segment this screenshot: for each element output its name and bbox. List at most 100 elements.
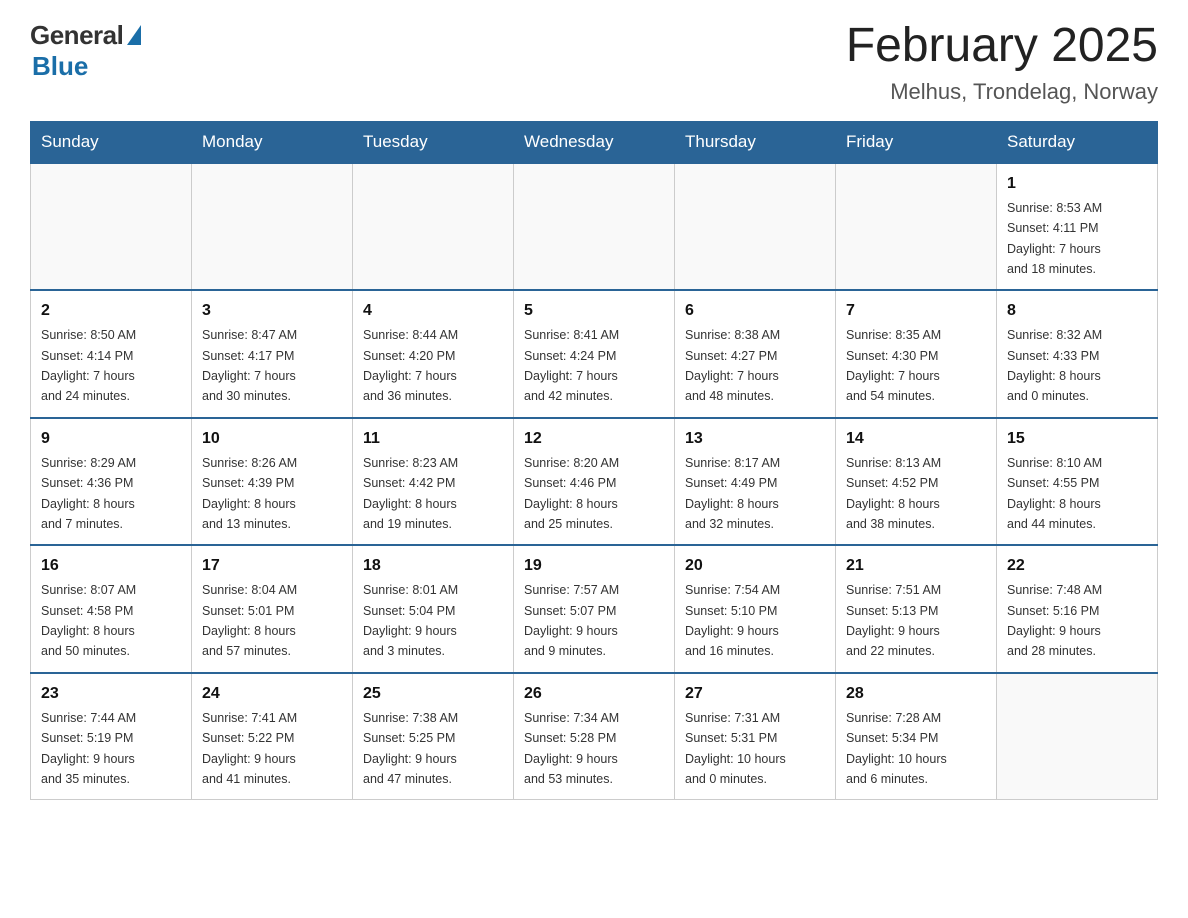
- day-number: 21: [846, 554, 986, 578]
- table-row: 12 Sunrise: 8:20 AM Sunset: 4:46 PM Dayli…: [514, 418, 675, 546]
- logo-general-text: General: [30, 20, 123, 51]
- calendar-table: Sunday Monday Tuesday Wednesday Thursday…: [30, 121, 1158, 801]
- day-info: Sunrise: 8:29 AM Sunset: 4:36 PM Dayligh…: [41, 456, 136, 531]
- table-row: 13 Sunrise: 8:17 AM Sunset: 4:49 PM Dayli…: [675, 418, 836, 546]
- day-number: 17: [202, 554, 342, 578]
- day-number: 1: [1007, 172, 1147, 196]
- header-monday: Monday: [192, 121, 353, 163]
- logo-blue-text: Blue: [32, 51, 88, 82]
- day-number: 11: [363, 427, 503, 451]
- day-number: 24: [202, 682, 342, 706]
- table-row: 14 Sunrise: 8:13 AM Sunset: 4:52 PM Dayli…: [836, 418, 997, 546]
- header-wednesday: Wednesday: [514, 121, 675, 163]
- day-info: Sunrise: 8:04 AM Sunset: 5:01 PM Dayligh…: [202, 583, 297, 658]
- day-number: 19: [524, 554, 664, 578]
- table-row: 3 Sunrise: 8:47 AM Sunset: 4:17 PM Daylig…: [192, 290, 353, 418]
- day-number: 22: [1007, 554, 1147, 578]
- day-info: Sunrise: 8:35 AM Sunset: 4:30 PM Dayligh…: [846, 328, 941, 403]
- day-info: Sunrise: 8:17 AM Sunset: 4:49 PM Dayligh…: [685, 456, 780, 531]
- day-number: 12: [524, 427, 664, 451]
- table-row: [836, 163, 997, 291]
- header-sunday: Sunday: [31, 121, 192, 163]
- table-row: [997, 673, 1158, 800]
- month-title: February 2025: [846, 20, 1158, 73]
- header-friday: Friday: [836, 121, 997, 163]
- day-info: Sunrise: 8:38 AM Sunset: 4:27 PM Dayligh…: [685, 328, 780, 403]
- day-number: 8: [1007, 299, 1147, 323]
- day-info: Sunrise: 8:32 AM Sunset: 4:33 PM Dayligh…: [1007, 328, 1102, 403]
- table-row: 25 Sunrise: 7:38 AM Sunset: 5:25 PM Dayli…: [353, 673, 514, 800]
- day-info: Sunrise: 8:44 AM Sunset: 4:20 PM Dayligh…: [363, 328, 458, 403]
- day-number: 27: [685, 682, 825, 706]
- table-row: 21 Sunrise: 7:51 AM Sunset: 5:13 PM Dayli…: [836, 545, 997, 673]
- day-number: 6: [685, 299, 825, 323]
- calendar-week-row: 16Sunrise: 8:07 AM Sunset: 4:58 PM Dayli…: [31, 545, 1158, 673]
- calendar-week-row: 23 Sunrise: 7:44 AM Sunset: 5:19 PM Dayli…: [31, 673, 1158, 800]
- day-info: Sunrise: 7:28 AM Sunset: 5:34 PM Dayligh…: [846, 711, 947, 786]
- location-title: Melhus, Trondelag, Norway: [846, 79, 1158, 105]
- day-number: 13: [685, 427, 825, 451]
- table-row: 1 Sunrise: 8:53 AM Sunset: 4:11 PM Daylig…: [997, 163, 1158, 291]
- table-row: 9 Sunrise: 8:29 AM Sunset: 4:36 PM Daylig…: [31, 418, 192, 546]
- table-row: 15 Sunrise: 8:10 AM Sunset: 4:55 PM Dayli…: [997, 418, 1158, 546]
- table-row: 6 Sunrise: 8:38 AM Sunset: 4:27 PM Daylig…: [675, 290, 836, 418]
- day-info: Sunrise: 7:41 AM Sunset: 5:22 PM Dayligh…: [202, 711, 297, 786]
- day-number: 10: [202, 427, 342, 451]
- day-info: Sunrise: 8:41 AM Sunset: 4:24 PM Dayligh…: [524, 328, 619, 403]
- day-number: 2: [41, 299, 181, 323]
- table-row: 28Sunrise: 7:28 AM Sunset: 5:34 PM Dayli…: [836, 673, 997, 800]
- logo: General Blue: [30, 20, 141, 82]
- day-number: 3: [202, 299, 342, 323]
- day-info: Sunrise: 8:01 AM Sunset: 5:04 PM Dayligh…: [363, 583, 458, 658]
- day-info: Sunrise: 8:20 AM Sunset: 4:46 PM Dayligh…: [524, 456, 619, 531]
- table-row: 11 Sunrise: 8:23 AM Sunset: 4:42 PM Dayli…: [353, 418, 514, 546]
- day-info: Sunrise: 7:54 AM Sunset: 5:10 PM Dayligh…: [685, 583, 780, 658]
- day-number: 9: [41, 427, 181, 451]
- table-row: 24 Sunrise: 7:41 AM Sunset: 5:22 PM Dayli…: [192, 673, 353, 800]
- day-info: Sunrise: 8:53 AM Sunset: 4:11 PM Dayligh…: [1007, 201, 1102, 276]
- day-number: 7: [846, 299, 986, 323]
- header-tuesday: Tuesday: [353, 121, 514, 163]
- day-number: 26: [524, 682, 664, 706]
- day-info: Sunrise: 7:38 AM Sunset: 5:25 PM Dayligh…: [363, 711, 458, 786]
- table-row: 7 Sunrise: 8:35 AM Sunset: 4:30 PM Daylig…: [836, 290, 997, 418]
- day-info: Sunrise: 7:34 AM Sunset: 5:28 PM Dayligh…: [524, 711, 619, 786]
- title-area: February 2025 Melhus, Trondelag, Norway: [846, 20, 1158, 105]
- header-saturday: Saturday: [997, 121, 1158, 163]
- day-number: 23: [41, 682, 181, 706]
- day-info: Sunrise: 7:48 AM Sunset: 5:16 PM Dayligh…: [1007, 583, 1102, 658]
- day-info: Sunrise: 7:31 AM Sunset: 5:31 PM Dayligh…: [685, 711, 786, 786]
- day-info: Sunrise: 8:10 AM Sunset: 4:55 PM Dayligh…: [1007, 456, 1102, 531]
- day-number: 5: [524, 299, 664, 323]
- day-number: 14: [846, 427, 986, 451]
- table-row: 23 Sunrise: 7:44 AM Sunset: 5:19 PM Dayli…: [31, 673, 192, 800]
- page-header: General Blue February 2025 Melhus, Trond…: [30, 20, 1158, 105]
- day-info: Sunrise: 7:57 AM Sunset: 5:07 PM Dayligh…: [524, 583, 619, 658]
- table-row: 4 Sunrise: 8:44 AM Sunset: 4:20 PM Daylig…: [353, 290, 514, 418]
- day-number: 4: [363, 299, 503, 323]
- calendar-week-row: 9 Sunrise: 8:29 AM Sunset: 4:36 PM Daylig…: [31, 418, 1158, 546]
- day-info: Sunrise: 7:44 AM Sunset: 5:19 PM Dayligh…: [41, 711, 136, 786]
- calendar-week-row: 1 Sunrise: 8:53 AM Sunset: 4:11 PM Daylig…: [31, 163, 1158, 291]
- day-number: 25: [363, 682, 503, 706]
- day-info: Sunrise: 7:51 AM Sunset: 5:13 PM Dayligh…: [846, 583, 941, 658]
- day-info: Sunrise: 8:50 AM Sunset: 4:14 PM Dayligh…: [41, 328, 136, 403]
- calendar-week-row: 2 Sunrise: 8:50 AM Sunset: 4:14 PM Daylig…: [31, 290, 1158, 418]
- day-info: Sunrise: 8:47 AM Sunset: 4:17 PM Dayligh…: [202, 328, 297, 403]
- table-row: 17 Sunrise: 8:04 AM Sunset: 5:01 PM Dayli…: [192, 545, 353, 673]
- table-row: 5 Sunrise: 8:41 AM Sunset: 4:24 PM Daylig…: [514, 290, 675, 418]
- table-row: 10 Sunrise: 8:26 AM Sunset: 4:39 PM Dayli…: [192, 418, 353, 546]
- table-row: 26 Sunrise: 7:34 AM Sunset: 5:28 PM Dayli…: [514, 673, 675, 800]
- table-row: [192, 163, 353, 291]
- day-number: 15: [1007, 427, 1147, 451]
- day-info: Sunrise: 8:23 AM Sunset: 4:42 PM Dayligh…: [363, 456, 458, 531]
- day-info: Sunrise: 8:26 AM Sunset: 4:39 PM Dayligh…: [202, 456, 297, 531]
- table-row: [353, 163, 514, 291]
- header-thursday: Thursday: [675, 121, 836, 163]
- table-row: 8 Sunrise: 8:32 AM Sunset: 4:33 PM Daylig…: [997, 290, 1158, 418]
- day-number: 20: [685, 554, 825, 578]
- table-row: [31, 163, 192, 291]
- day-info: Sunrise: 8:13 AM Sunset: 4:52 PM Dayligh…: [846, 456, 941, 531]
- weekday-header-row: Sunday Monday Tuesday Wednesday Thursday…: [31, 121, 1158, 163]
- table-row: [514, 163, 675, 291]
